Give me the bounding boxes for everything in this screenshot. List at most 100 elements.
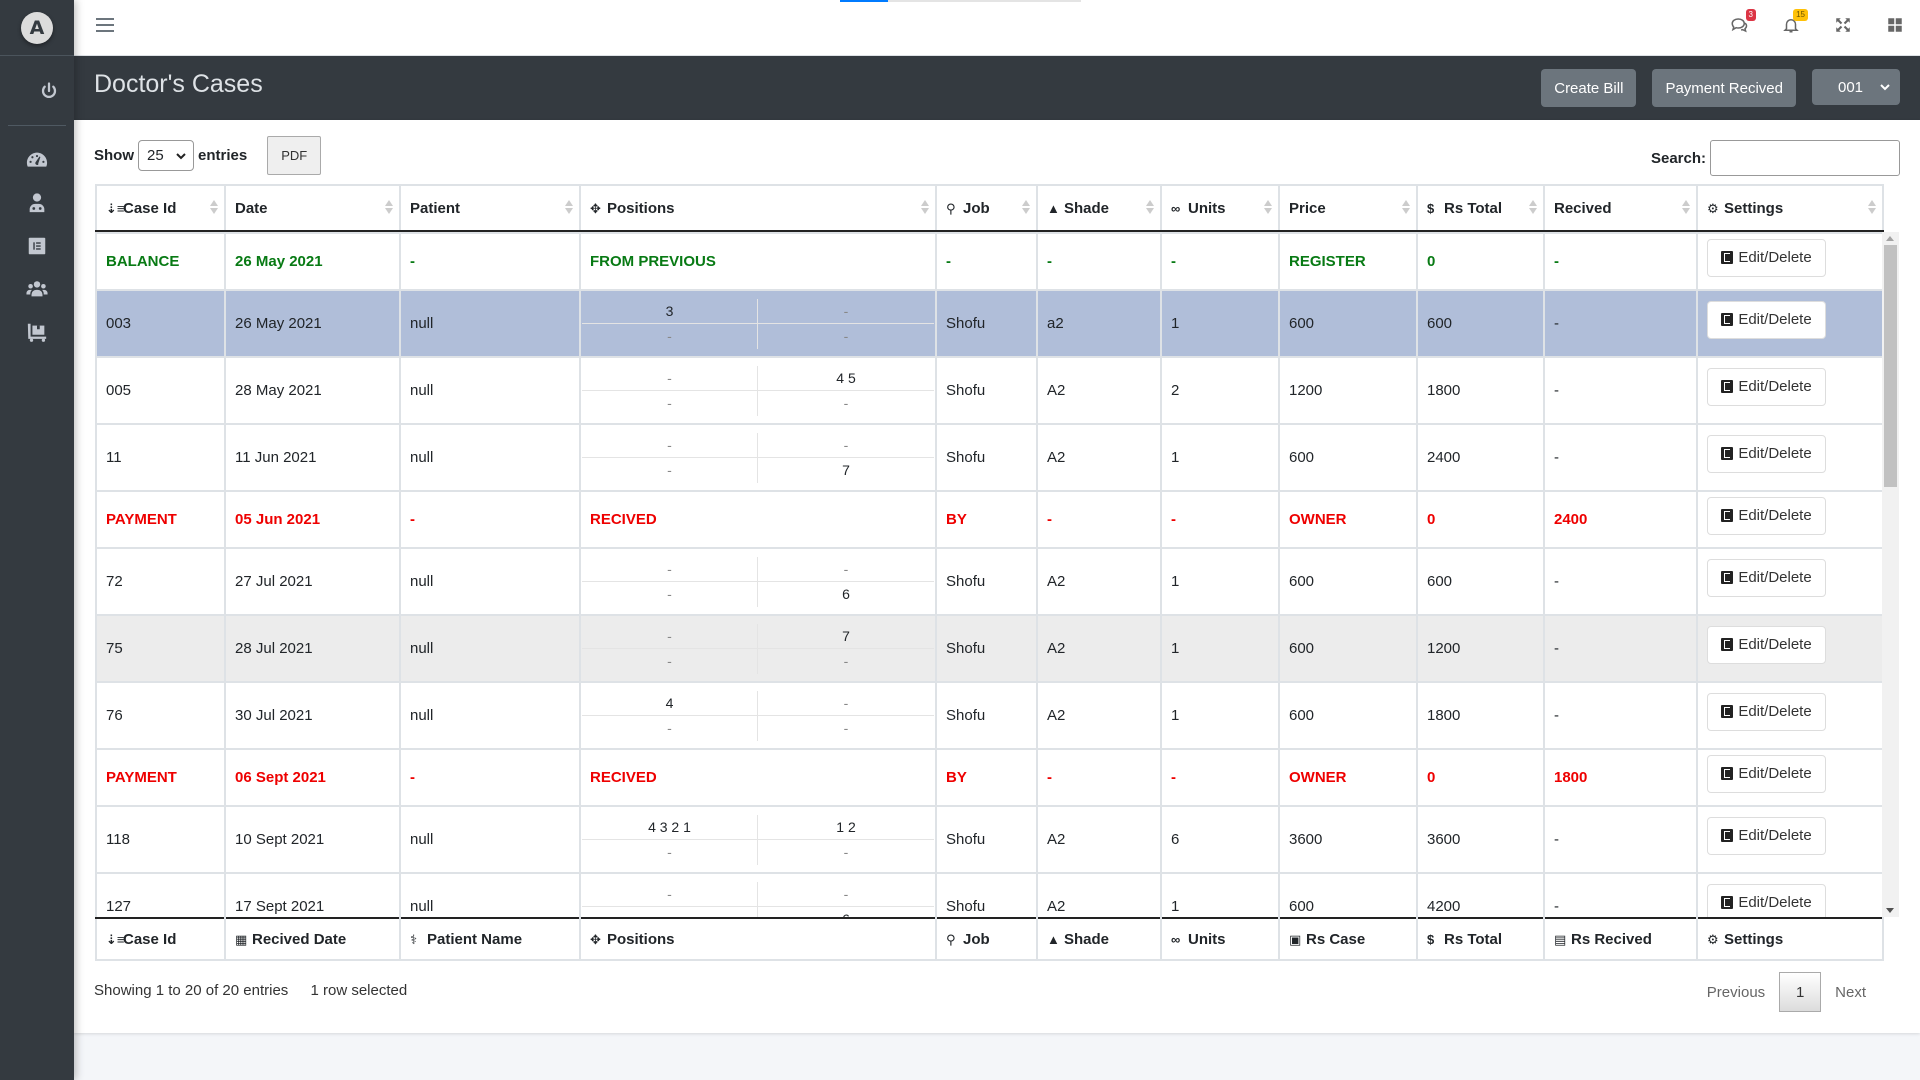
sidebar-item-dashboard[interactable]	[0, 138, 74, 181]
apps-button[interactable]	[1884, 14, 1906, 36]
sidebar-item-doctors[interactable]	[0, 181, 74, 224]
column-header-rs-total[interactable]: $ Rs Total	[1416, 184, 1545, 232]
cell-job: Shofu	[935, 872, 1038, 917]
edit-delete-button[interactable]: Edit/Delete	[1707, 558, 1826, 597]
user-doctor-icon	[29, 192, 45, 212]
table-body-scroll[interactable]: BALANCE 26 May 2021- FROM PREVIOUS - - - REGIS…	[95, 232, 1899, 917]
summary-row[interactable]: BALANCE 26 May 2021- FROM PREVIOUS - - - REGIS…	[95, 232, 1884, 291]
table-row[interactable]: 003 26 May 2021 null 3- - - Shofu a2 1 600 600- Edi…	[95, 289, 1884, 358]
position-lower-left: -	[843, 844, 849, 860]
power-button[interactable]	[8, 56, 66, 126]
column-footer-rs-recived: ▤ Rs Recived	[1543, 917, 1698, 961]
column-footer-rs-total: $ Rs Total	[1416, 917, 1545, 961]
column-footer-patient-name: ⚕ Patient Name	[399, 917, 581, 961]
cell-patient: -	[399, 232, 581, 291]
cell-positions: --- 7	[579, 423, 937, 492]
table-scrollbar[interactable]	[1882, 232, 1899, 917]
notifications-badge: 15	[1793, 9, 1808, 21]
cell-settings: Edit/Delete	[1696, 614, 1884, 683]
scroll-down-arrow[interactable]	[1886, 908, 1894, 913]
cell-positions: ---6	[579, 872, 937, 917]
cell-total: 600	[1416, 289, 1545, 358]
position-upper-left: -	[758, 557, 934, 582]
page-1-button[interactable]: 1	[1779, 972, 1822, 1012]
edit-delete-button[interactable]: Edit/Delete	[1707, 434, 1826, 473]
cell-units: 2	[1160, 356, 1280, 425]
cell-total: 4200	[1416, 872, 1545, 917]
column-footer-units: ∞ Units	[1160, 917, 1280, 961]
fullscreen-button[interactable]	[1832, 14, 1854, 36]
cell-shade: A2	[1036, 356, 1162, 425]
cell-patient: null	[399, 289, 581, 358]
sort-icon	[1402, 200, 1409, 214]
scrollbar-thumb[interactable]	[1884, 245, 1897, 487]
edit-delete-button[interactable]: Edit/Delete	[1707, 754, 1826, 793]
entries-label: entries	[198, 147, 248, 164]
position-lower-left: -	[843, 395, 849, 411]
sidebar-item-cases[interactable]	[0, 224, 74, 267]
column-footer-label: Recived Date	[252, 930, 347, 948]
cell-case-id: 75	[95, 614, 226, 683]
edit-delete-button[interactable]: Edit/Delete	[1707, 625, 1826, 664]
edit-delete-button[interactable]: Edit/Delete	[1707, 367, 1826, 406]
sidebar-nav	[0, 126, 74, 353]
column-footer-job: ⚲ Job	[935, 917, 1038, 961]
menu-toggle-icon[interactable]	[96, 18, 114, 36]
position-upper-right: 4 3 2 1	[582, 814, 758, 840]
column-header-job[interactable]: ⚲ Job	[935, 184, 1038, 232]
column-header-date[interactable]: Date	[224, 184, 401, 232]
search-input[interactable]	[1710, 140, 1900, 176]
edit-delete-button[interactable]: Edit/Delete	[1707, 496, 1826, 535]
column-header-shade[interactable]: ▲ Shade	[1036, 184, 1162, 232]
dollar-icon: $	[1427, 931, 1435, 947]
position-lower-right: -	[582, 906, 758, 917]
edit-delete-button[interactable]: Edit/Delete	[1707, 883, 1826, 917]
position-lower-left: 6	[842, 586, 850, 602]
edit-delete-button[interactable]: Edit/Delete	[1707, 692, 1826, 731]
cell-positions: RECIVED	[579, 490, 937, 549]
column-header-patient[interactable]: Patient	[399, 184, 581, 232]
edit-delete-button[interactable]: Edit/Delete	[1707, 300, 1826, 339]
list-alt-icon	[1721, 705, 1734, 718]
summary-row[interactable]: PAYMENT 06 Sept 2021- RECIVED BY - - OWNER 0 180…	[95, 748, 1884, 807]
entries-select[interactable]: 25	[138, 140, 194, 171]
edit-delete-button[interactable]: Edit/Delete	[1707, 238, 1826, 277]
next-page-button[interactable]: Next	[1821, 984, 1880, 1001]
edit-delete-button[interactable]: Edit/Delete	[1707, 816, 1826, 855]
position-upper-left: 7	[758, 624, 934, 649]
sort-icon	[1022, 200, 1029, 214]
table-row[interactable]: 76 30 Jul 2021 null 4- - - Shofu A2 1 600 1800- Edi…	[95, 681, 1884, 750]
column-header-positions[interactable]: ✥ Positions	[579, 184, 937, 232]
previous-page-button[interactable]: Previous	[1693, 984, 1779, 1001]
table-row[interactable]: 12717 Sept 2021null---6ShofuA216004200-E…	[95, 872, 1884, 917]
app-logo[interactable]: A	[21, 11, 53, 44]
cell-case-id: 127	[95, 872, 226, 917]
column-header-recived[interactable]: Recived	[1543, 184, 1698, 232]
cell-shade: A2	[1036, 547, 1162, 616]
column-header-settings[interactable]: ⚙ Settings	[1696, 184, 1884, 232]
money-bill-icon: ▣	[1289, 931, 1302, 947]
cases-table-head: ⇣≡Case Id Date Patient ✥ Positions ⚲ Job ▲ Shade…	[95, 184, 1884, 232]
list-icon	[28, 237, 46, 254]
sidebar-item-users[interactable]	[0, 267, 74, 310]
messages-button[interactable]: 3	[1728, 9, 1756, 36]
notifications-button[interactable]: 15	[1780, 9, 1808, 36]
table-row[interactable]: 72 27 Jul 2021 null - - -6 Shofu A2 1 600 600- Edit…	[95, 547, 1884, 616]
table-row[interactable]: 75 28 Jul 2021 null -7- - Shofu A2 1 600 1200- Edi…	[95, 614, 1884, 683]
column-header-units[interactable]: ∞ Units	[1160, 184, 1280, 232]
column-header-case-id[interactable]: ⇣≡Case Id	[95, 184, 226, 232]
column-header-price[interactable]: Price	[1278, 184, 1418, 232]
position-upper-left: 4 5	[758, 366, 934, 391]
page-title: Doctor's Cases	[94, 70, 263, 98]
scroll-up-arrow[interactable]	[1886, 236, 1894, 241]
table-row[interactable]: 11 11 Jun 2021 null - - -7 Shofu A2 1 600 2400- Edi…	[95, 423, 1884, 492]
table-row[interactable]: 118 10 Sept 2021 null 4 3 2 11 2- - Shofu A2 6 3…	[95, 805, 1884, 874]
payment-received-button[interactable]: Payment Recived	[1652, 69, 1796, 107]
doctor-select[interactable]: 001	[1812, 69, 1900, 105]
sidebar-item-inventory[interactable]	[0, 310, 74, 353]
cases-table-foot: ⇣≡Case Id ▦ Recived Date ⚕ Patient Name ✥ Posi…	[95, 917, 1884, 961]
pdf-button[interactable]: PDF	[267, 136, 322, 175]
table-row[interactable]: 005 28 May 2021 null -4 5- - Shofu A2 2 1200 1800…	[95, 356, 1884, 425]
summary-row[interactable]: PAYMENT 05 Jun 2021- RECIVED BY - - OWNER 0 2400…	[95, 490, 1884, 549]
create-bill-button[interactable]: Create Bill	[1541, 69, 1637, 107]
